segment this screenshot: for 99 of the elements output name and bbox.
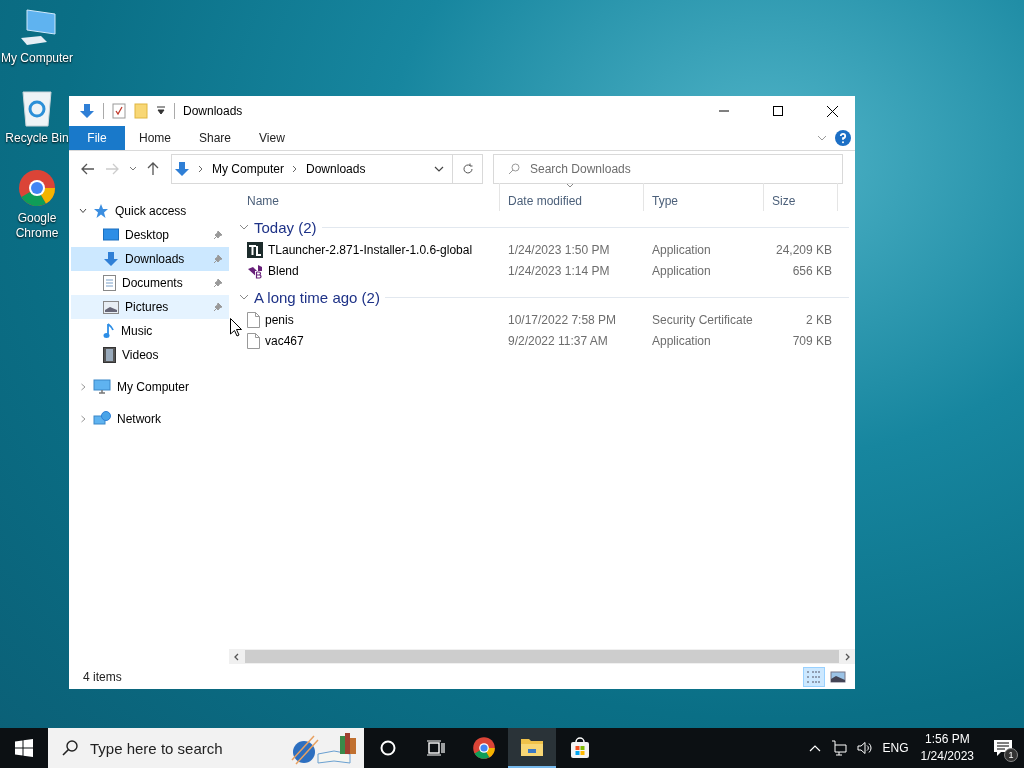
nav-item[interactable]: Quick access	[71, 199, 229, 223]
app-icon	[247, 262, 263, 279]
properties-icon[interactable]	[112, 103, 126, 119]
recycle-bin-icon[interactable]	[19, 88, 55, 128]
column-header[interactable]: Date modified	[500, 183, 644, 211]
download-arrow-icon	[174, 161, 190, 177]
chevron-right-icon[interactable]	[198, 165, 204, 173]
network-icon[interactable]	[830, 740, 847, 756]
date-modified-cell-text: 10/17/2022 7:58 PM	[507, 312, 618, 327]
customize-toolbar-icon[interactable]	[156, 106, 166, 116]
date-modified-cell-text: 1/24/2023 1:14 PM	[507, 263, 611, 278]
help-icon[interactable]	[835, 130, 851, 146]
maximize-icon[interactable]	[773, 106, 783, 116]
nav-item[interactable]: Desktop	[71, 223, 229, 247]
search-icon	[508, 163, 520, 175]
nav-item[interactable]: Videos	[71, 343, 229, 367]
folder-icon[interactable]	[520, 737, 544, 757]
date-modified-cell-text: 1/24/2023 1:50 PM	[507, 242, 611, 257]
chrome-icon[interactable]	[17, 168, 57, 208]
column-header[interactable]: Size	[764, 183, 838, 211]
music-note-icon	[103, 323, 115, 339]
taskbar-search-field[interactable]: Type here to search	[90, 739, 276, 757]
circle-icon[interactable]	[380, 740, 396, 756]
group-header[interactable]: A long time ago (2)	[254, 288, 380, 306]
nav-item[interactable]: Downloads	[71, 247, 229, 271]
file-size-cell-text: 656 KB	[791, 263, 833, 278]
file-name[interactable]: penis	[265, 312, 294, 327]
group-header[interactable]: Today (2)	[254, 218, 317, 236]
notification-count-badge: 1	[1004, 748, 1018, 762]
network-icon	[93, 411, 111, 427]
file-name[interactable]: Blend	[268, 263, 299, 278]
app-icon	[247, 241, 263, 258]
input-language[interactable]: ENG	[882, 741, 909, 755]
volume-icon[interactable]	[856, 741, 873, 755]
clock[interactable]: 1:56 PM 1/24/2023	[920, 731, 974, 765]
file-size-cell-text: 24,209 KB	[774, 242, 833, 257]
shopping-bag-icon[interactable]	[569, 737, 591, 759]
taskbar-search-box[interactable]: Type here to search	[48, 728, 364, 768]
film-icon	[103, 347, 116, 363]
file-name[interactable]: TLauncher-2.871-Installer-1.0.6-global	[268, 242, 473, 257]
column-header[interactable]: Name	[239, 183, 500, 211]
nav-item[interactable]: Pictures	[71, 295, 229, 319]
file-type-cell-text: Security Certificate	[651, 312, 754, 327]
close-icon[interactable]	[826, 105, 838, 117]
download-arrow-icon[interactable]	[79, 103, 95, 119]
file-name[interactable]: vac467	[265, 333, 304, 348]
desktop-icon	[103, 228, 119, 242]
refresh-icon[interactable]	[461, 163, 474, 175]
mouse-cursor-icon	[230, 318, 242, 337]
file-size-cell-text: 709 KB	[791, 333, 833, 348]
dropdown-chevron-icon[interactable]	[434, 166, 444, 172]
file-explorer-taskbar-button[interactable]	[508, 728, 556, 768]
recent-locations-icon[interactable]	[129, 166, 137, 172]
search-box[interactable]: Search Downloads	[493, 154, 843, 184]
task-view-icon[interactable]	[427, 740, 445, 756]
window-title: Downloads	[183, 104, 243, 118]
horizontal-scrollbar[interactable]	[229, 649, 855, 664]
nav-item[interactable]: Documents	[71, 271, 229, 295]
windows-logo-icon[interactable]	[15, 739, 33, 757]
document-icon	[103, 275, 116, 291]
picture-icon	[103, 300, 119, 314]
up-arrow-icon[interactable]	[147, 162, 159, 176]
ribbon-tab[interactable]: Home	[125, 126, 185, 150]
nav-item[interactable]: Music	[71, 319, 229, 343]
search-icon	[62, 740, 78, 756]
computer-icon	[93, 379, 111, 395]
star-icon	[93, 203, 109, 219]
search-field[interactable]: Search Downloads	[530, 162, 842, 176]
file-type-cell-text: Application	[651, 333, 712, 348]
file-type-cell-text: Application	[651, 242, 712, 257]
item-count: 4 items	[83, 670, 122, 684]
nav-item[interactable]: Network	[71, 407, 229, 431]
date-modified-cell-text: 9/2/2022 11:37 AM	[507, 333, 609, 348]
chevron-down-icon[interactable]	[239, 223, 249, 231]
ribbon-tab[interactable]: Share	[185, 126, 246, 150]
file-size-cell-text: 2 KB	[805, 312, 833, 327]
show-hidden-icons-icon[interactable]	[808, 744, 821, 752]
scroll-left-icon[interactable]	[233, 652, 239, 661]
expand-ribbon-icon[interactable]	[817, 134, 827, 142]
ribbon-tab[interactable]: View	[245, 126, 299, 150]
download-arrow-icon	[103, 251, 119, 267]
back-arrow-icon[interactable]	[81, 163, 95, 175]
file-icon	[247, 332, 260, 349]
breadcrumb[interactable]: Downloads	[306, 162, 366, 176]
desktop-icon-label[interactable]: Google Chrome	[7, 211, 67, 241]
column-header[interactable]: Type	[644, 183, 764, 211]
nav-item[interactable]: My Computer	[71, 375, 229, 399]
breadcrumb[interactable]: My Computer	[212, 162, 285, 176]
desktop-icon-label[interactable]: Recycle Bin	[5, 131, 69, 146]
chevron-down-icon[interactable]	[239, 293, 249, 301]
scroll-right-icon[interactable]	[845, 652, 851, 661]
chrome-icon[interactable]	[472, 736, 496, 760]
chevron-down-icon[interactable]	[79, 207, 87, 215]
chevron-right-icon[interactable]	[292, 165, 299, 173]
address-bar[interactable]: My Computer Downloads	[171, 154, 453, 184]
desktop-icon-label[interactable]: My Computer	[1, 51, 73, 66]
file-icon	[247, 311, 260, 328]
ribbon-tab[interactable]: File	[69, 126, 125, 150]
file-type-cell-text: Application	[651, 263, 712, 278]
